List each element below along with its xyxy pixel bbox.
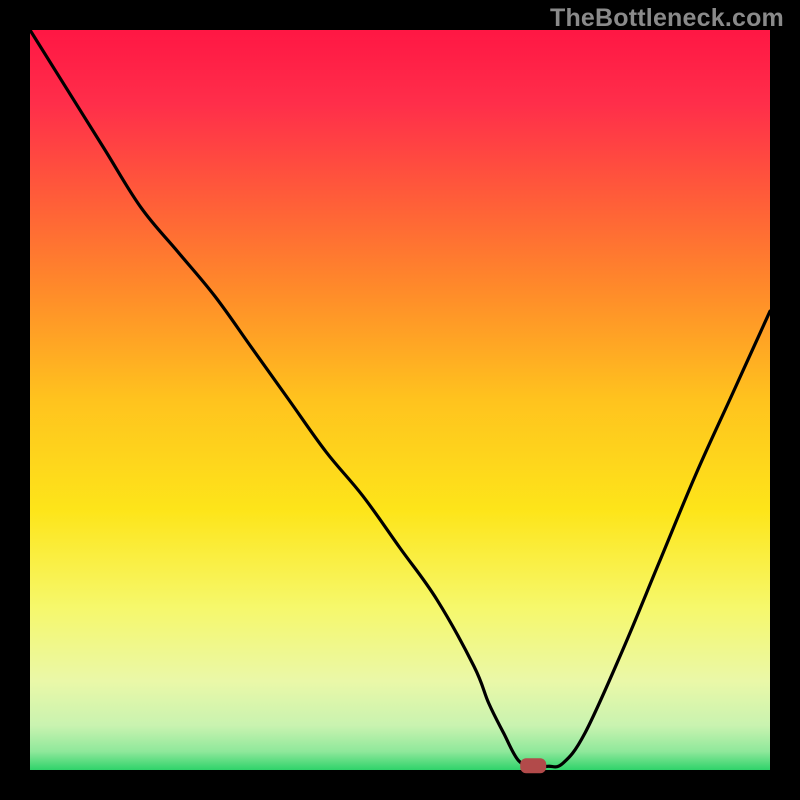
gradient-background (30, 30, 770, 770)
optimal-marker (520, 758, 546, 773)
watermark-text: TheBottleneck.com (550, 4, 784, 33)
bottleneck-chart (0, 0, 800, 800)
chart-frame: { "watermark": "TheBottleneck.com", "cha… (0, 0, 800, 800)
